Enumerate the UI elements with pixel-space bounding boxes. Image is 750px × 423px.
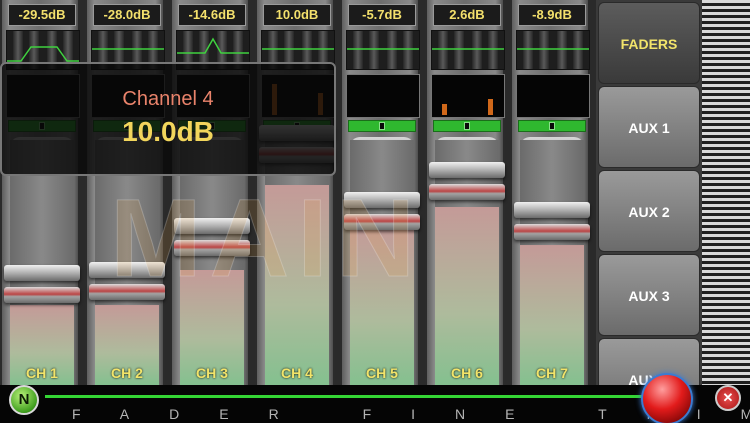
fader-track[interactable]: [350, 140, 414, 385]
channel-bottom-label: CH 6: [451, 365, 483, 381]
fader-cap[interactable]: [174, 218, 250, 264]
channel-db-readout: -29.5dB: [8, 4, 76, 26]
fader-track[interactable]: [10, 140, 74, 385]
channel-db-readout: 2.6dB: [433, 4, 501, 26]
level-meter: [431, 74, 505, 118]
n-badge-icon[interactable]: N: [9, 385, 39, 415]
mute-toggle[interactable]: [433, 120, 501, 132]
channel-db-readout: -14.6dB: [178, 4, 246, 26]
fader-cap[interactable]: [89, 262, 165, 308]
fine-trim-track[interactable]: [45, 395, 665, 398]
channel-db-readout: 10.0dB: [263, 4, 331, 26]
level-bar: [442, 104, 447, 115]
mute-toggle[interactable]: [518, 120, 586, 132]
channel-strip-7: -8.9dBCH 7CH 7: [510, 0, 590, 385]
fine-trim-knob[interactable]: [641, 373, 693, 423]
level-meter: [516, 74, 590, 118]
channel-bottom-label: CH 3: [196, 365, 228, 381]
fader-track[interactable]: [265, 140, 329, 385]
popup-channel-name: Channel 4: [122, 88, 214, 110]
mute-toggle[interactable]: [348, 120, 416, 132]
level-meter: [346, 74, 420, 118]
channel-strip-3: -14.6dBCH 3CH 3: [170, 0, 250, 385]
fader-cap[interactable]: [514, 202, 590, 248]
channel-strip-5: -5.7dBCH 5CH 5: [340, 0, 420, 385]
close-icon[interactable]: ✕: [715, 385, 741, 411]
level-bar: [488, 99, 493, 115]
fader-cap[interactable]: [344, 192, 420, 238]
sidebar-tab-aux-3[interactable]: AUX 3: [598, 254, 700, 336]
fine-trim-label: FADER FINE TRIM: [72, 406, 750, 422]
channel-bottom-label: CH 4: [281, 365, 313, 381]
eq-display[interactable]: [431, 30, 505, 70]
eq-display[interactable]: [516, 30, 590, 70]
sidebar-tab-faders[interactable]: FADERS: [598, 2, 700, 84]
sidebar: FADERSAUX 1AUX 2AUX 3AUX 4: [596, 0, 702, 420]
fine-trim-bar: N FADER FINE TRIM ✕: [0, 373, 750, 423]
channel-bottom-label: CH 2: [111, 365, 143, 381]
channel-bottom-label: CH 1: [26, 365, 58, 381]
fader-track[interactable]: [520, 140, 584, 385]
eq-display[interactable]: [346, 30, 420, 70]
sidebar-tab-aux-2[interactable]: AUX 2: [598, 170, 700, 252]
channel-db-readout: -28.0dB: [93, 4, 161, 26]
channel-value-popup: Channel 4 10.0dB: [0, 62, 336, 176]
channel-strip-1: -29.5dBCH 1CH 1: [0, 0, 80, 385]
channel-db-readout: -5.7dB: [348, 4, 416, 26]
channel-db-readout: -8.9dB: [518, 4, 586, 26]
channel-strip-4: 10.0dBCH 4CH 4: [255, 0, 335, 385]
scroll-grip[interactable]: [702, 0, 750, 385]
fader-cap[interactable]: [4, 265, 80, 311]
sidebar-tab-aux-1[interactable]: AUX 1: [598, 86, 700, 168]
channel-bottom-label: CH 7: [536, 365, 568, 381]
fader-cap[interactable]: [429, 162, 505, 208]
popup-channel-value: 10.0dB: [122, 116, 214, 147]
channel-strip-2: -28.0dBCH 2CH 2: [85, 0, 165, 385]
mixer-app: -29.5dBCH 1CH 1-28.0dBCH 2CH 2-14.6dBCH …: [0, 0, 750, 423]
channel-bottom-label: CH 5: [366, 365, 398, 381]
channel-strip-6: 2.6dBCH 6CH 6: [425, 0, 505, 385]
